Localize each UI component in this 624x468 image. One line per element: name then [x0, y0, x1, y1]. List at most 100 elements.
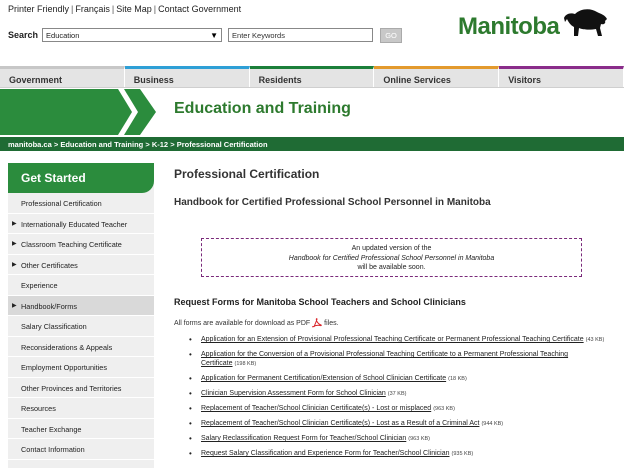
sidebar-item[interactable]: Resources [8, 398, 154, 419]
page-subtitle: Handbook for Certified Professional Scho… [174, 197, 491, 208]
file-size: (963 KB) [433, 406, 455, 412]
department-title: Education and Training [174, 100, 351, 117]
sidebar-item-label: Other Provinces and Territories [21, 383, 122, 393]
list-item: Request Salary Classification and Experi… [189, 449, 609, 459]
expand-arrow-icon: ▶ [12, 241, 17, 247]
file-size: (18 KB) [448, 376, 467, 382]
printer-friendly-link[interactable]: Printer Friendly [8, 4, 69, 14]
sidebar-item-label: Professional Certification [21, 199, 102, 208]
sidebar: Get Started Professional Certification ▶ I… [8, 163, 154, 468]
search-scope-value: Education [46, 30, 80, 40]
sidebar-item[interactable]: Other Provinces and Territories [8, 378, 154, 398]
form-link[interactable]: Application for an Extension of Provisio… [201, 336, 584, 343]
notice-line-3: will be available soon. [357, 264, 426, 271]
breadcrumb-separator: > [145, 140, 150, 149]
pdf-icon [312, 318, 322, 328]
breadcrumb-separator: > [53, 140, 59, 149]
avail-text: All forms are available for download as … [174, 319, 311, 327]
breadcrumb-education-link[interactable]: Education and Training [60, 140, 143, 149]
sidebar-item[interactable]: Reconsiderations & Appeals [8, 337, 154, 357]
sidebar-item-label: Internationally Educated Teacher [21, 219, 128, 229]
sidebar-item[interactable]: Teacher Exchange [8, 419, 154, 439]
sidebar-item[interactable]: Experience [8, 275, 154, 296]
list-item: Replacement of Teacher/School Clinician … [189, 419, 609, 429]
sidebar-item-label: Teacher Exchange [21, 424, 82, 434]
sidebar-item[interactable]: Employment Opportunities [8, 357, 154, 378]
sidebar-item[interactable]: ▶ Classroom Teaching Certificate [8, 234, 154, 255]
nav-tab-government[interactable]: Government [0, 66, 125, 87]
breadcrumb-separator: > [170, 140, 175, 149]
list-item: Application for an Extension of Provisio… [189, 335, 609, 345]
sidebar-item-label: Employment Opportunities [21, 363, 107, 372]
list-item: Replacement of Teacher/School Clinician … [189, 404, 609, 414]
file-size: (935 KB) [451, 451, 474, 457]
logo-wordmark: Manitoba [458, 13, 560, 40]
list-item: Clinician Supervision Assessment Form fo… [189, 389, 609, 399]
bison-icon [564, 9, 608, 36]
form-link[interactable]: Clinician Supervision Assessment Form fo… [201, 390, 386, 397]
file-size: (963 KB) [408, 436, 431, 442]
site-map-link[interactable]: Site Map [116, 4, 152, 14]
breadcrumb: manitoba.ca > Education and Training > K… [0, 137, 624, 151]
sidebar-item[interactable]: Contact Information [8, 439, 154, 460]
sidebar-item-label: Resources [21, 404, 56, 413]
breadcrumb-home-link[interactable]: manitoba.ca [8, 140, 52, 149]
notice-line-1: An updated version of the [351, 245, 432, 252]
form-link[interactable]: Replacement of Teacher/School Clinician … [201, 405, 431, 412]
department-banner: Education and Training [0, 89, 624, 135]
sidebar-item[interactable]: ▶ Handbook/Forms [8, 295, 154, 316]
sidebar-item[interactable]: Professional Certification [8, 193, 154, 214]
avail-text-files: files. [324, 319, 339, 327]
main-content: Professional Certification Handbook for … [174, 167, 614, 458]
form-link[interactable]: Replacement of Teacher/School Clinician … [201, 420, 479, 427]
sidebar-item-label: Classroom Teaching Certificate [21, 240, 122, 249]
search-scope-select[interactable]: Education ▼ [42, 28, 223, 42]
nav-tab-business[interactable]: Business [124, 66, 250, 87]
forms-list: Application for an Extension of Provisio… [189, 335, 609, 464]
file-size: (37 KB) [387, 391, 407, 397]
utility-links: Printer Friendly | Français | Site Map | Conta… [8, 4, 241, 14]
breadcrumb-k12-link[interactable]: K-12 [152, 140, 168, 149]
form-link[interactable]: Request Salary Classification and Experi… [201, 450, 450, 457]
sidebar-heading: Get Started [8, 163, 154, 193]
sidebar-item[interactable]: Salary Classification [8, 316, 154, 337]
form-link[interactable]: Application for Permanent Certification/… [201, 375, 446, 382]
separator: | [111, 4, 115, 14]
separator: | [71, 4, 74, 14]
sidebar-item-label: Salary Classification [21, 322, 87, 331]
notice-handbook-title: Handbook for Certified Professional Scho… [288, 254, 495, 262]
separator: | [153, 4, 157, 14]
breadcrumb-current[interactable]: Professional Certification [177, 140, 268, 149]
file-size: (944 KB) [481, 421, 504, 427]
list-item: Salary Reclassification Request Form for… [189, 434, 609, 444]
file-size: (43 KB) [585, 337, 605, 343]
nav-tab-online-services[interactable]: Online Services [374, 66, 500, 87]
manitoba-logo[interactable]: Manitoba [458, 9, 609, 42]
sidebar-item[interactable]: ▶ Other Certificates [8, 255, 154, 275]
search-bar: Search Education ▼ Enter Keywords GO [8, 27, 403, 43]
sidebar-item[interactable]: ▶ Internationally Educated Teacher [8, 214, 154, 234]
francais-link[interactable]: Français [75, 4, 110, 14]
dropdown-arrow-icon: ▼ [210, 30, 219, 40]
keywords-input[interactable]: Enter Keywords [228, 28, 374, 42]
contact-government-link[interactable]: Contact Government [158, 4, 241, 14]
sidebar-item-label: Reconsiderations & Appeals [21, 342, 113, 352]
sidebar-item-label: Contact Information [21, 445, 85, 454]
form-link[interactable]: Application for the Conversion of a Prov… [201, 351, 568, 367]
nav-tab-visitors[interactable]: Visitors [499, 66, 624, 87]
main-navigation: Government Business Residents Online Ser… [0, 66, 624, 88]
search-label: Search [8, 30, 39, 40]
section-heading: Request Forms for Manitoba School Teache… [174, 297, 466, 307]
file-size: (198 KB) [234, 361, 257, 367]
list-item: Application for the Conversion of a Prov… [189, 350, 609, 369]
sidebar-item-label: Handbook/Forms [21, 301, 77, 311]
page-title: Professional Certification [174, 167, 320, 181]
go-button[interactable]: GO [380, 27, 403, 43]
form-link[interactable]: Salary Reclassification Request Form for… [201, 435, 406, 442]
pdf-availability-note: All forms are available for download as … [174, 318, 339, 328]
banner-chevron-graphic [0, 89, 156, 135]
expand-arrow-icon: ▶ [12, 261, 17, 268]
sidebar-item-label: Experience [21, 281, 58, 290]
list-item: Application for Permanent Certification/… [189, 374, 609, 384]
nav-tab-residents[interactable]: Residents [249, 66, 375, 87]
